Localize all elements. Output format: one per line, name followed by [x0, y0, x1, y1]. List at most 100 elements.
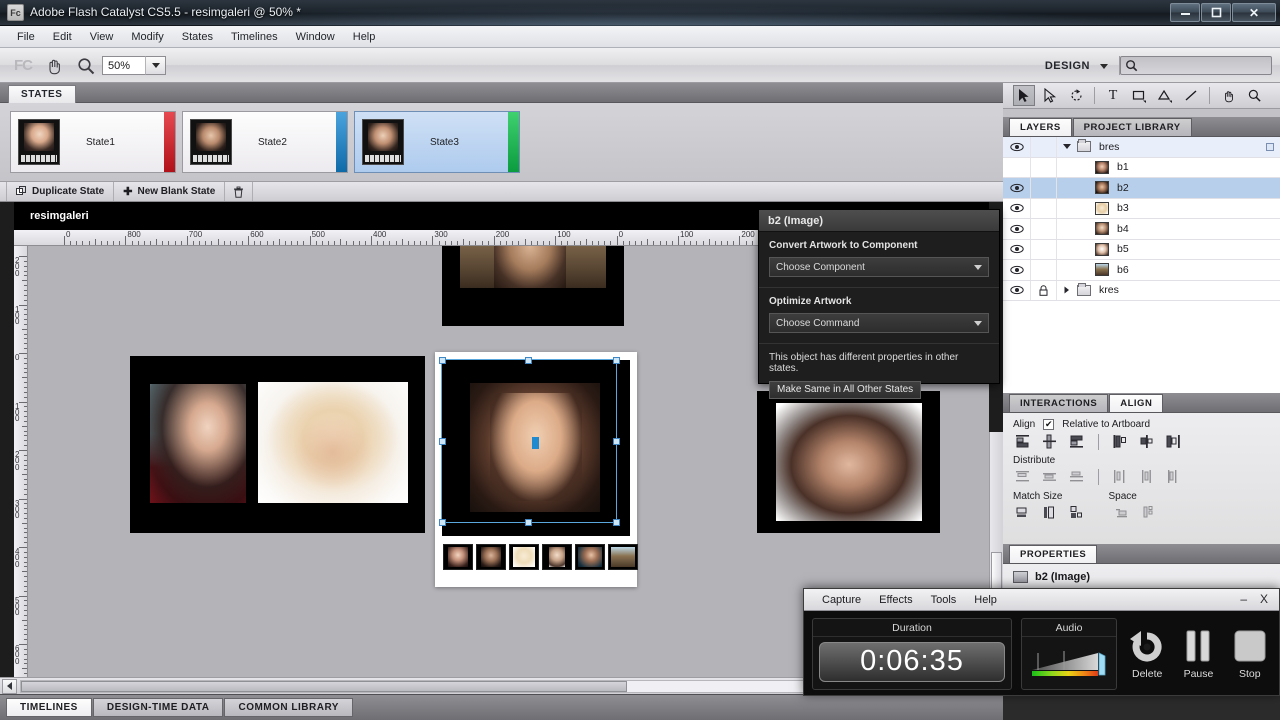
match-height-button[interactable] [1040, 504, 1060, 522]
visibility-toggle[interactable] [1003, 183, 1030, 193]
state-card-1[interactable]: State1 [10, 111, 176, 173]
search-box[interactable] [1120, 56, 1272, 75]
distribute-horizontal-center-button[interactable] [1137, 468, 1157, 486]
scroll-left-arrow[interactable] [2, 678, 17, 694]
maximize-button[interactable] [1201, 3, 1231, 22]
recorder-minimize-button[interactable]: – [1240, 592, 1247, 606]
space-horizontal-button[interactable] [1113, 504, 1133, 522]
tab-interactions[interactable]: INTERACTIONS [1009, 394, 1109, 412]
tab-properties[interactable]: PROPERTIES [1009, 545, 1098, 563]
close-button[interactable]: ✕ [1232, 3, 1276, 22]
distribute-top-button[interactable] [1013, 468, 1033, 486]
tab-design-time-data[interactable]: DESIGN-TIME DATA [92, 698, 224, 717]
recorder-menu-effects[interactable]: Effects [871, 593, 920, 607]
pause-recording-button[interactable]: Pause [1177, 628, 1219, 680]
layer-row-b2[interactable]: b2 [1003, 178, 1280, 199]
hscroll-thumb[interactable] [21, 680, 628, 692]
align-horizontal-center-button[interactable] [1137, 433, 1157, 451]
menu-item-modify[interactable]: Modify [122, 29, 172, 45]
menu-item-edit[interactable]: Edit [44, 29, 81, 45]
tab-timelines[interactable]: TIMELINES [6, 698, 92, 717]
thumbnail-item[interactable] [608, 544, 638, 570]
tab-states[interactable]: STATES [8, 85, 76, 103]
align-top-button[interactable] [1013, 433, 1033, 451]
visibility-toggle[interactable] [1003, 285, 1030, 295]
delete-recording-button[interactable]: Delete [1126, 628, 1168, 680]
choose-component-dropdown[interactable]: Choose Component [769, 257, 989, 277]
tab-layers[interactable]: LAYERS [1009, 118, 1072, 136]
zoom-level-dropdown[interactable] [145, 56, 166, 75]
thumbnail-item[interactable] [575, 544, 605, 570]
lock-toggle[interactable] [1030, 137, 1057, 157]
handle-bottom-center[interactable] [525, 519, 532, 526]
lock-toggle[interactable] [1030, 157, 1057, 177]
lock-toggle[interactable] [1030, 198, 1057, 218]
selection-tool-icon[interactable] [1013, 85, 1035, 106]
menu-item-states[interactable]: States [173, 29, 222, 45]
match-size-button[interactable] [1067, 504, 1087, 522]
thumbnail-item[interactable] [443, 544, 473, 570]
tab-project-library[interactable]: PROJECT LIBRARY [1072, 118, 1192, 136]
space-vertical-button[interactable] [1140, 504, 1160, 522]
recorder-menu-help[interactable]: Help [966, 593, 1005, 607]
recorder-menu-capture[interactable]: Capture [814, 593, 869, 607]
visibility-toggle[interactable] [1003, 224, 1030, 234]
align-right-button[interactable] [1164, 433, 1184, 451]
handle-top-right[interactable] [613, 357, 620, 364]
hand-tool-icon[interactable] [44, 56, 64, 76]
lock-toggle[interactable] [1030, 260, 1057, 280]
distribute-bottom-button[interactable] [1067, 468, 1087, 486]
menu-item-view[interactable]: View [81, 29, 123, 45]
artboard-image-b1-b3[interactable] [130, 356, 425, 533]
recorder-close-button[interactable]: X [1260, 592, 1268, 606]
match-width-button[interactable] [1013, 504, 1033, 522]
state-card-3[interactable]: State3 [354, 111, 520, 173]
distribute-vertical-center-button[interactable] [1040, 468, 1060, 486]
handle-top-center[interactable] [525, 357, 532, 364]
search-input[interactable] [1138, 59, 1268, 72]
handle-top-left[interactable] [439, 357, 446, 364]
align-bottom-button[interactable] [1067, 433, 1087, 451]
expand-toggle[interactable] [1057, 286, 1077, 294]
tab-align[interactable]: ALIGN [1109, 394, 1164, 412]
delete-state-button[interactable] [225, 182, 254, 201]
distribute-right-button[interactable] [1164, 468, 1184, 486]
layer-state-marker[interactable] [1266, 142, 1274, 151]
rotate-tool-icon[interactable] [1065, 85, 1087, 106]
hand-tool-icon[interactable] [1217, 85, 1239, 106]
handle-middle-right[interactable] [613, 438, 620, 445]
align-left-button[interactable] [1110, 433, 1130, 451]
stop-recording-button[interactable]: Stop [1229, 628, 1271, 680]
line-tool-icon[interactable] [1180, 85, 1202, 106]
artboard-image-b5[interactable] [757, 391, 940, 533]
align-vertical-center-button[interactable] [1040, 433, 1060, 451]
visibility-toggle[interactable] [1003, 244, 1030, 254]
visibility-toggle[interactable] [1003, 265, 1030, 275]
layer-row-kres[interactable]: kres [1003, 280, 1280, 301]
thumbnail-item[interactable] [476, 544, 506, 570]
layers-list[interactable]: bres b1 b2 b3 b4 b5 b6 kres [1003, 137, 1280, 434]
menu-item-file[interactable]: File [8, 29, 44, 45]
lock-toggle[interactable] [1030, 239, 1057, 259]
state-card-2[interactable]: State2 [182, 111, 348, 173]
thumbnail-item[interactable] [542, 544, 572, 570]
zoom-tool-icon[interactable] [76, 56, 96, 76]
layer-row-b1[interactable]: b1 [1003, 157, 1280, 178]
audio-meter[interactable] [1028, 643, 1111, 681]
layer-row-bres[interactable]: bres [1003, 137, 1280, 158]
handle-middle-left[interactable] [439, 438, 446, 445]
lock-toggle[interactable] [1030, 219, 1057, 239]
lock-toggle[interactable] [1030, 280, 1057, 300]
lock-toggle[interactable] [1030, 178, 1057, 198]
direct-selection-tool-icon[interactable] [1039, 85, 1061, 106]
handle-bottom-right[interactable] [613, 519, 620, 526]
minimize-button[interactable] [1170, 3, 1200, 22]
layer-row-b4[interactable]: b4 [1003, 219, 1280, 240]
handle-bottom-left[interactable] [439, 519, 446, 526]
thumbnail-strip[interactable] [443, 544, 638, 570]
text-tool-icon[interactable]: T [1102, 85, 1124, 106]
triangle-tool-icon[interactable] [1154, 85, 1176, 106]
artboard-image-b6[interactable] [442, 246, 624, 326]
menu-item-timelines[interactable]: Timelines [222, 29, 287, 45]
new-blank-state-button[interactable]: ✚ New Blank State [114, 182, 226, 201]
